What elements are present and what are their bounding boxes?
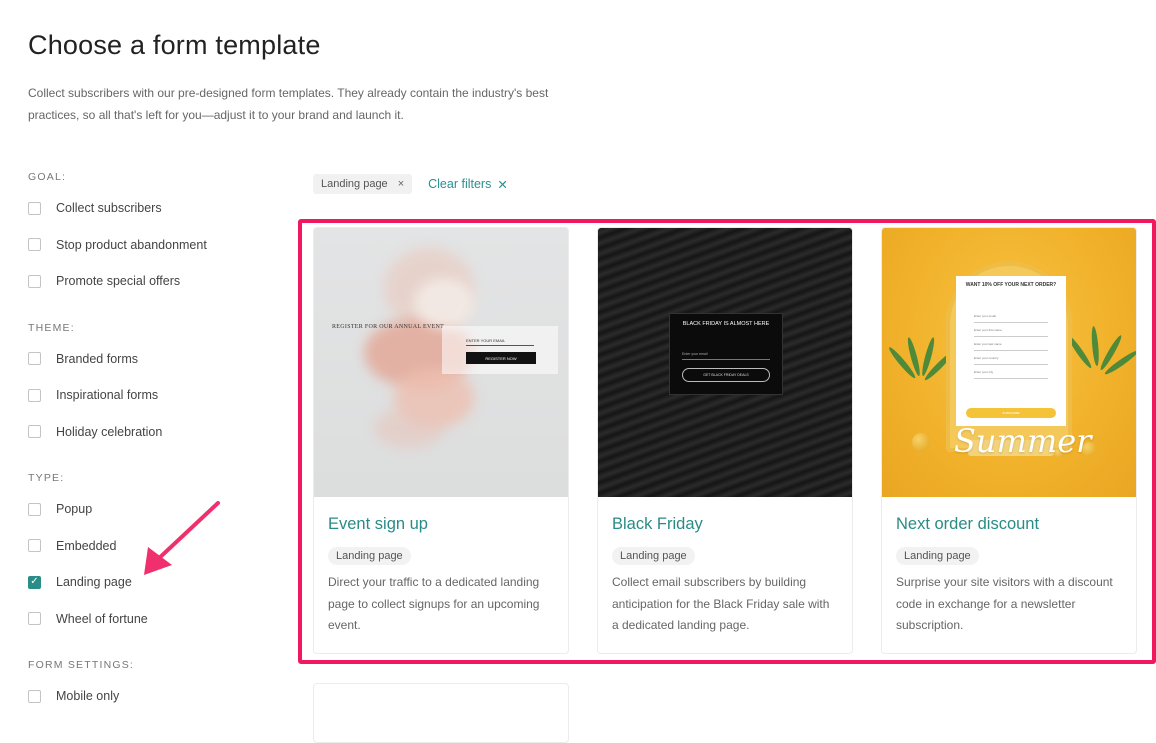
clear-filters-label: Clear filters xyxy=(428,177,492,191)
filter-option-promote-special-offers[interactable]: Promote special offers xyxy=(28,263,268,300)
filter-option-label: Inspirational forms xyxy=(56,388,159,403)
preview-button: REGISTER NOW xyxy=(466,352,536,364)
preview-field: Enter your last name xyxy=(974,342,1048,351)
filter-group-form-settings: FORM SETTINGS: Mobile only xyxy=(28,658,268,715)
filter-option-label: Landing page xyxy=(56,575,132,590)
checkbox[interactable] xyxy=(28,612,41,626)
checkbox[interactable] xyxy=(28,539,41,553)
card-body: Event sign up Landing page Direct your t… xyxy=(314,497,568,637)
filter-group-title: THEME: xyxy=(28,321,75,334)
checkbox[interactable] xyxy=(28,274,41,288)
filter-group-title: FORM SETTINGS: xyxy=(28,659,135,671)
filter-option-label: Wheel of fortune xyxy=(56,611,148,626)
active-filters-bar: Landing page × Clear filters ✕ xyxy=(313,174,508,194)
preview-heading: BLACK FRIDAY IS ALMOST HERE xyxy=(682,321,770,327)
filter-chip[interactable]: Landing page × xyxy=(313,174,413,194)
preview-text-line xyxy=(682,332,770,338)
checkbox[interactable] xyxy=(28,238,41,252)
card-description: Surprise your site visitors with a disco… xyxy=(896,575,1113,632)
preview-field: Enter your first name xyxy=(974,328,1048,337)
card-body: Next order discount Landing page Surpris… xyxy=(882,497,1136,637)
checkbox[interactable] xyxy=(28,425,41,439)
card-title[interactable]: Next order discount xyxy=(896,515,1122,534)
filter-group-title: GOAL: xyxy=(28,171,67,183)
filter-option-stop-product-abandonment[interactable]: Stop product abandonment xyxy=(28,227,268,264)
preview-form: ENTER YOUR EMAIL REGISTER NOW xyxy=(442,326,558,374)
filter-option-holiday-celebration[interactable]: Holiday celebration xyxy=(28,414,268,451)
preview-button: SUBSCRIBE xyxy=(966,408,1056,418)
card-tag: Landing page xyxy=(612,547,695,565)
template-preview-image: WANT 10% OFF YOUR NEXT ORDER? Enter your… xyxy=(882,228,1136,497)
preview-field: ENTER YOUR EMAIL xyxy=(466,338,534,346)
card-tag: Landing page xyxy=(896,547,979,565)
preview-form: BLACK FRIDAY IS ALMOST HERE Enter your e… xyxy=(669,313,783,395)
checkbox[interactable] xyxy=(28,201,41,215)
close-icon: ✕ xyxy=(497,177,508,192)
remove-chip-icon[interactable]: × xyxy=(398,178,404,190)
template-card-next-order-discount[interactable]: WANT 10% OFF YOUR NEXT ORDER? Enter your… xyxy=(881,227,1137,654)
filter-group-goal: GOAL: Collect subscribers Stop product a… xyxy=(28,170,268,300)
preview-field: Enter your email xyxy=(682,352,770,360)
filter-group-theme: THEME: Branded forms Inspirational forms… xyxy=(28,321,268,451)
filter-option-mobile-only[interactable]: Mobile only xyxy=(28,678,268,715)
card-title[interactable]: Event sign up xyxy=(328,515,554,534)
preview-script-text: Summer xyxy=(954,422,1092,460)
card-tag: Landing page xyxy=(328,547,411,565)
filter-option-label: Branded forms xyxy=(56,351,138,366)
template-card-partial[interactable] xyxy=(313,683,569,743)
template-preview-image: REGISTER FOR OUR ANNUAL EVENT ENTER YOUR… xyxy=(314,228,568,497)
card-body: Black Friday Landing page Collect email … xyxy=(598,497,852,637)
filter-chip-label: Landing page xyxy=(321,178,388,190)
checkbox[interactable] xyxy=(28,689,41,703)
card-description: Direct your traffic to a dedicated landi… xyxy=(328,575,540,632)
preview-field: Enter your city xyxy=(974,370,1048,379)
preview-heading: REGISTER FOR OUR ANNUAL EVENT xyxy=(332,324,445,330)
filter-sidebar: GOAL: Collect subscribers Stop product a… xyxy=(28,170,268,736)
filter-option-inspirational-forms[interactable]: Inspirational forms xyxy=(28,377,268,414)
checkbox[interactable] xyxy=(28,352,41,366)
filter-option-label: Stop product abandonment xyxy=(56,237,207,252)
card-description: Collect email subscribers by building an… xyxy=(612,575,830,632)
template-card-event-sign-up[interactable]: REGISTER FOR OUR ANNUAL EVENT ENTER YOUR… xyxy=(313,227,569,654)
preview-heading: WANT 10% OFF YOUR NEXT ORDER? xyxy=(965,282,1057,288)
clear-filters-button[interactable]: Clear filters ✕ xyxy=(428,177,508,192)
filter-option-label: Popup xyxy=(56,502,93,517)
filter-option-collect-subscribers[interactable]: Collect subscribers xyxy=(28,190,268,227)
filter-option-wheel-of-fortune[interactable]: Wheel of fortune xyxy=(28,601,268,638)
template-card-black-friday[interactable]: BLACK FRIDAY IS ALMOST HERE Enter your e… xyxy=(597,227,853,654)
page-description: Collect subscribers with our pre-designe… xyxy=(28,86,549,122)
annotation-arrow xyxy=(144,501,220,575)
checkbox[interactable] xyxy=(28,388,41,402)
card-title[interactable]: Black Friday xyxy=(612,515,838,534)
filter-option-label: Promote special offers xyxy=(56,274,181,289)
filter-group-title: TYPE: xyxy=(28,472,65,484)
filter-option-label: Embedded xyxy=(56,538,117,553)
filter-option-label: Holiday celebration xyxy=(56,424,163,439)
filter-option-label: Mobile only xyxy=(56,689,120,704)
preview-button: GET BLACK FRIDAY DEALS xyxy=(682,368,770,382)
preview-field: Enter your country xyxy=(974,356,1048,365)
checkbox-checked[interactable]: ✓ xyxy=(28,575,41,589)
checkmark-icon: ✓ xyxy=(30,576,39,588)
filter-option-branded-forms[interactable]: Branded forms xyxy=(28,341,268,378)
template-preview-image: BLACK FRIDAY IS ALMOST HERE Enter your e… xyxy=(598,228,852,497)
preview-field: Enter your email xyxy=(974,314,1048,323)
filter-option-label: Collect subscribers xyxy=(56,201,162,216)
page-title: Choose a form template xyxy=(28,30,321,60)
preview-form: WANT 10% OFF YOUR NEXT ORDER? Enter your… xyxy=(956,276,1066,426)
checkbox[interactable] xyxy=(28,502,41,516)
